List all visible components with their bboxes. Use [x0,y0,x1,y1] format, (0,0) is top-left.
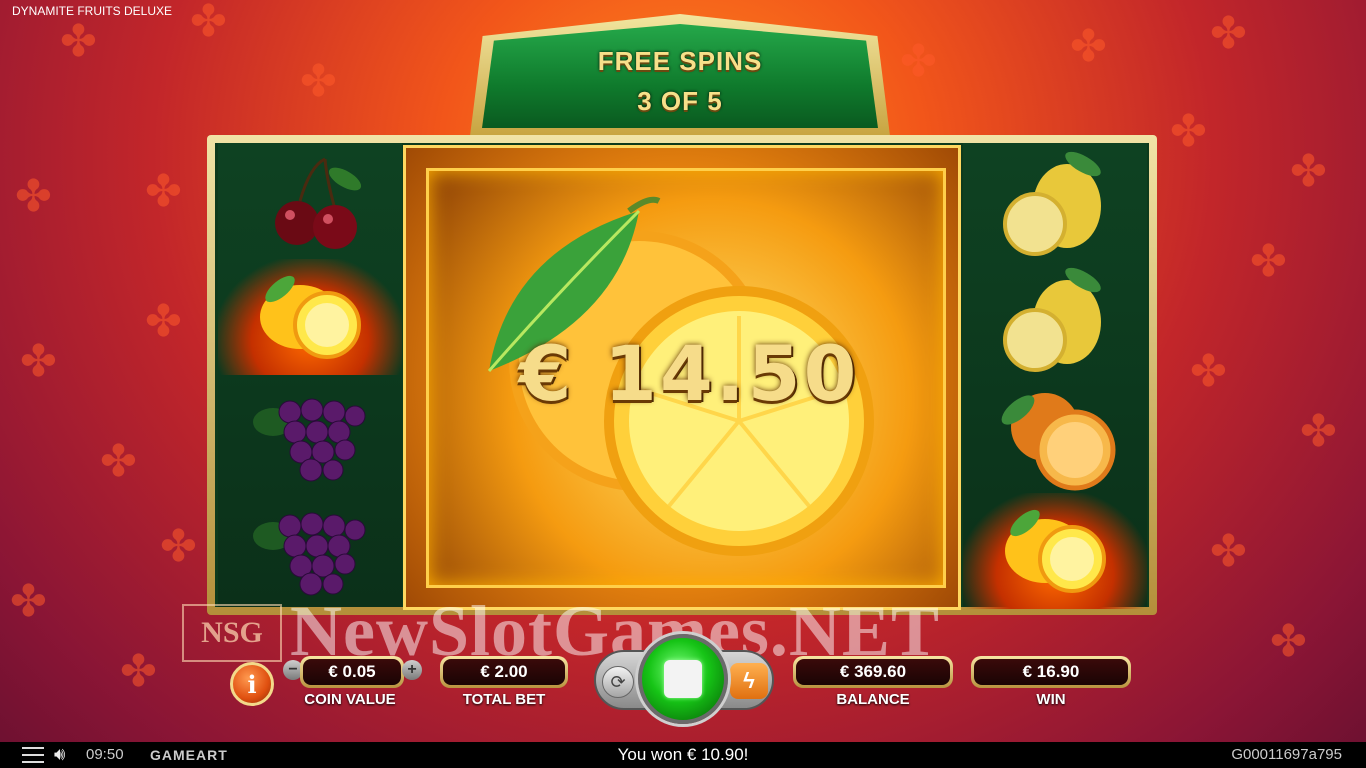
clover-decoration-icon: ✤ [20,337,57,386]
cherries-icon [275,157,362,249]
game-title: DYNAMITE FRUITS DELUXE [12,4,173,18]
clover-decoration-icon: ✤ [1270,617,1307,666]
clover-decoration-icon: ✤ [145,297,182,346]
coin-value-display: € 0.05 [300,656,404,688]
clover-decoration-icon: ✤ [1210,527,1247,576]
autoplay-icon: ⟳ [610,671,626,692]
symbol-win-amount: € 14.50 [518,329,860,418]
clover-decoration-icon: ✤ [60,17,97,66]
lightning-icon: ϟ [743,668,755,693]
total-bet-label: TOTAL BET [462,691,546,708]
info-button[interactable]: i [230,662,274,706]
coin-value-increase-button[interactable]: + [402,660,422,680]
free-spins-banner: FREE SPINS 3 OF 5 [482,24,878,128]
clover-decoration-icon: ✤ [1290,147,1327,196]
clover-decoration-icon: ✤ [10,577,47,626]
clover-decoration-icon: ✤ [145,167,182,216]
stop-icon [664,660,702,698]
game-id: G00011697a795 [1231,746,1342,763]
symbol-orange [963,379,1147,495]
clover-decoration-icon: ✤ [900,37,937,86]
clover-decoration-icon: ✤ [15,172,52,221]
clover-decoration-icon: ✤ [1170,107,1207,156]
free-spins-title: FREE SPINS [597,46,763,76]
win-label: WIN [1036,691,1066,708]
reel-right [963,143,1147,609]
clover-decoration-icon: ✤ [190,0,227,46]
clover-decoration-icon: ✤ [100,437,137,486]
clover-decoration-icon: ✤ [1300,407,1337,456]
win: € 16.90 [974,659,1128,685]
lemon-icon [1003,267,1101,372]
reel-left [218,143,402,607]
lemon-icon [1005,509,1106,593]
lemon-icon [1003,151,1101,256]
win-display: € 16.90 [971,656,1131,688]
turbo-button[interactable]: ϟ [730,663,768,699]
bottom-bar: 🔊︎ 09:50 GAMEART You won € 10.90! G00011… [0,742,1366,768]
clover-decoration-icon: ✤ [160,522,197,571]
clover-decoration-icon: ✤ [1210,9,1247,58]
coin-value-label: COIN VALUE [304,691,396,708]
grapes-icon [253,398,366,482]
symbol-grapes [218,379,402,495]
symbol-lemon-burning [963,493,1147,609]
autoplay-button[interactable]: ⟳ [602,666,634,698]
status-message: You won € 10.90! [617,745,749,764]
free-spins-counter: 3 OF 5 [637,86,723,116]
center-reel-big-symbol: € 14.50 [426,168,946,588]
clover-decoration-icon: ✤ [300,57,337,106]
total-bet-display[interactable]: € 2.00 [440,656,568,688]
clover-decoration-icon: ✤ [1070,22,1107,71]
symbol-cherries [218,143,402,259]
lemon-icon [260,275,361,359]
symbol-lemon [963,259,1147,375]
coin-value: € 0.05 [303,659,401,685]
orange-icon [1001,393,1116,491]
symbol-lemon-burning [218,259,402,375]
total-bet: € 2.00 [443,659,565,685]
balance: € 369.60 [796,659,950,685]
balance-display: € 369.60 [793,656,953,688]
clover-decoration-icon: ✤ [120,647,157,696]
spin-stop-button[interactable] [638,634,728,724]
clover-decoration-icon: ✤ [1250,237,1287,286]
symbol-lemon [963,143,1147,259]
clover-decoration-icon: ✤ [1190,347,1227,396]
balance-label: BALANCE [836,691,910,708]
watermark-logo: NSG [182,604,282,662]
